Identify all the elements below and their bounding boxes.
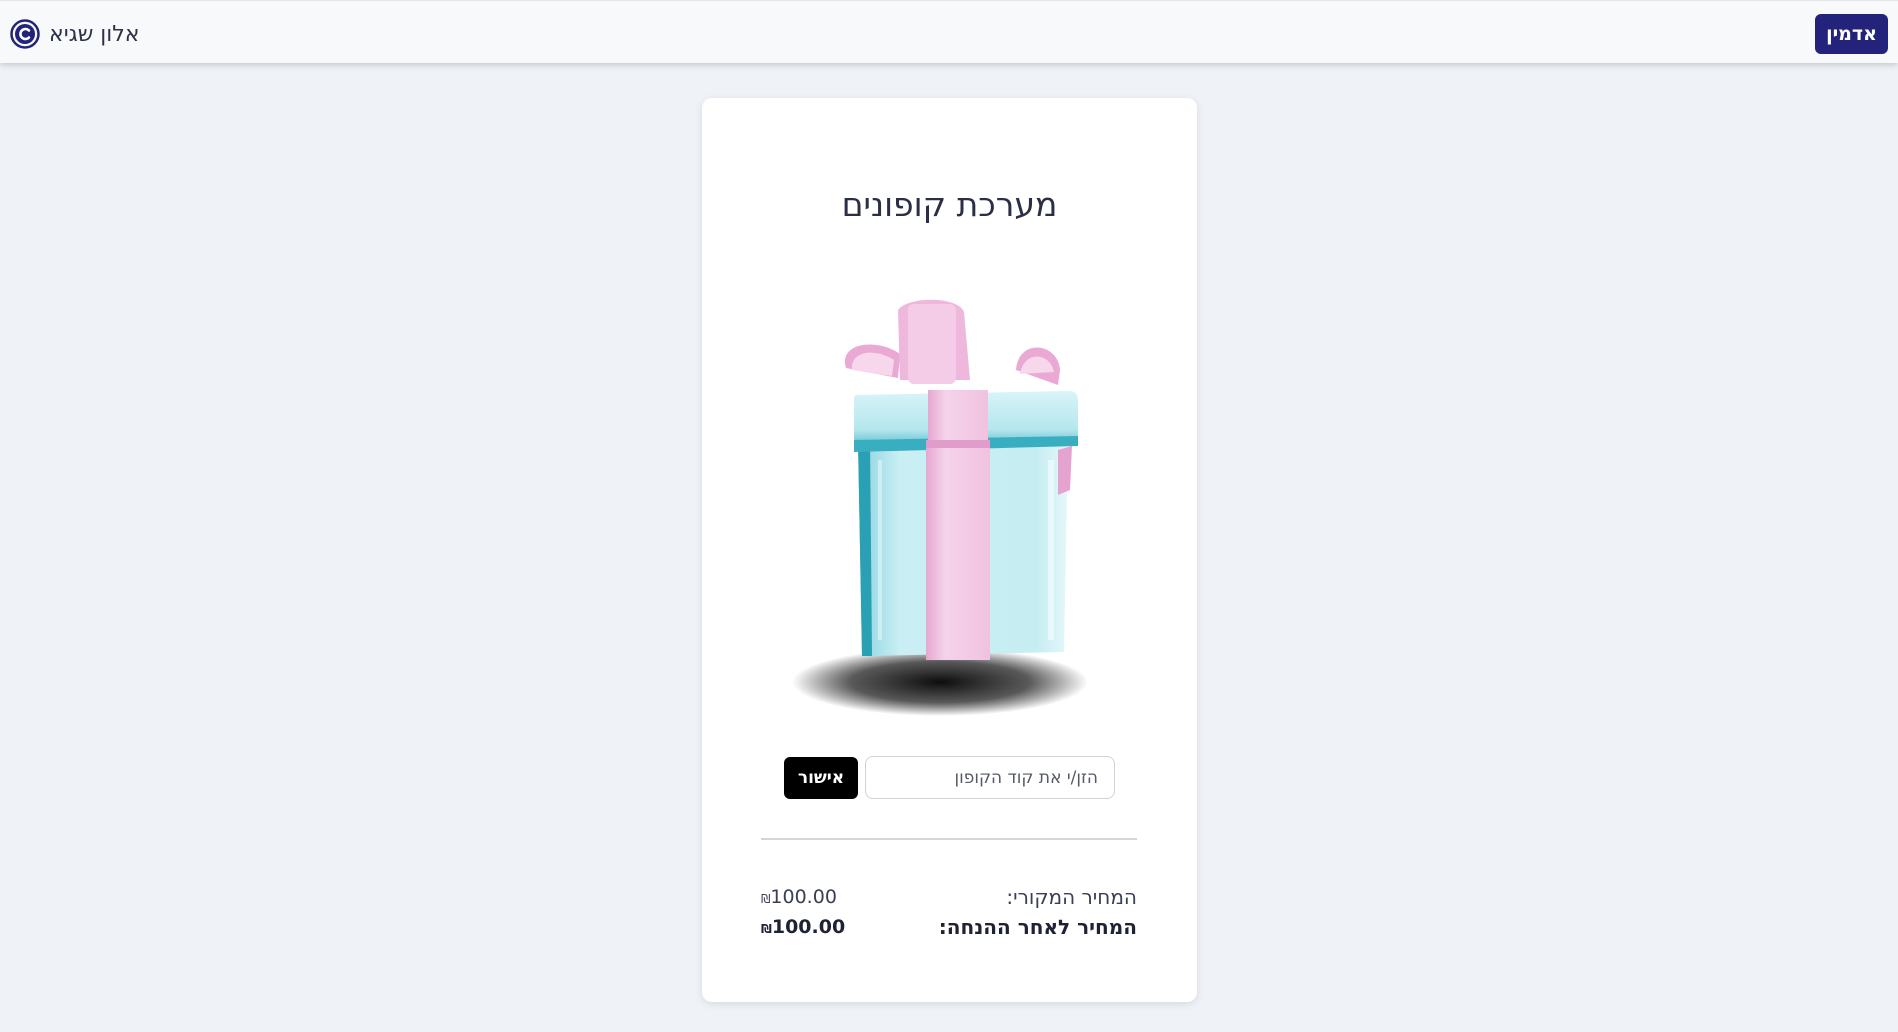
admin-button[interactable]: אדמין (1815, 14, 1888, 54)
final-price-row: ₪100.00 המחיר לאחר ההנחה: (761, 913, 1137, 941)
currency-symbol: ₪ (761, 922, 772, 936)
original-price-row: ₪100.00 המחיר המקורי: (761, 883, 1137, 911)
original-price-value: ₪100.00 (761, 886, 837, 908)
currency-symbol: ₪ (761, 892, 771, 906)
copyright-icon (10, 19, 40, 49)
top-navbar: אלון שגיא אדמין (0, 0, 1898, 63)
gift-image (758, 290, 1128, 720)
brand-name: אלון שגיא (49, 21, 140, 47)
gift-box-icon (792, 299, 1088, 716)
divider (761, 838, 1137, 840)
final-price-value: ₪100.00 (761, 916, 846, 938)
brand[interactable]: אלון שגיא (10, 19, 139, 49)
page-title: מערכת קופונים (841, 185, 1058, 224)
coupon-code-input[interactable] (865, 756, 1115, 799)
confirm-button[interactable]: אישור (784, 757, 858, 799)
final-price-label: המחיר לאחר ההנחה: (938, 915, 1137, 939)
original-price-label: המחיר המקורי: (1006, 885, 1137, 909)
